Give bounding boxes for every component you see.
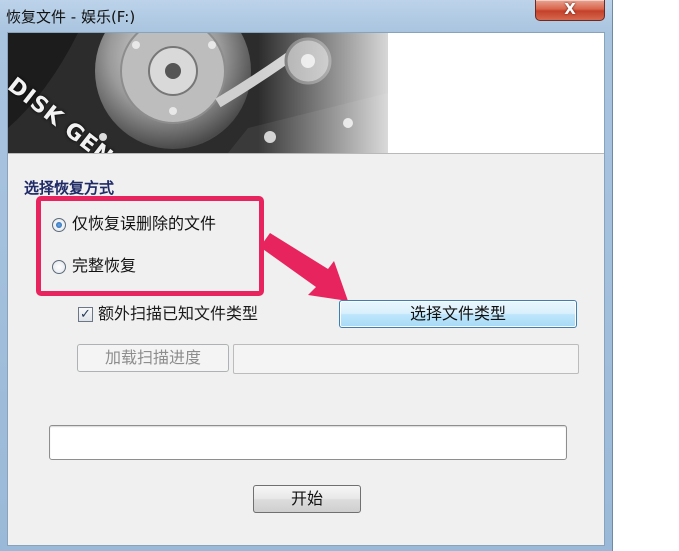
window-title: 恢复文件 - 娱乐(F:)	[6, 8, 136, 26]
select-file-types-button[interactable]: 选择文件类型	[339, 300, 577, 328]
load-progress-path-field[interactable]	[233, 344, 579, 374]
close-icon: X	[564, 0, 576, 18]
start-button[interactable]: 开始	[253, 485, 361, 513]
progress-bar	[49, 425, 567, 460]
disk-genius-banner: DISK GENIUS	[8, 33, 604, 154]
extra-scan-checkbox[interactable]	[78, 304, 93, 326]
load-scan-progress-button[interactable]: 加载扫描进度	[77, 344, 229, 372]
extra-scan-label: 额外扫描已知文件类型	[98, 304, 259, 323]
recover-files-window: 恢复文件 - 娱乐(F:) X 选择恢复方式 仅恢复误删除的文件 完整恢复 ✓ …	[0, 0, 613, 551]
recovery-mode-title: 选择恢复方式	[24, 179, 115, 197]
title-bar[interactable]: 恢复文件 - 娱乐(F:) X	[0, 0, 612, 32]
close-button[interactable]: X	[535, 0, 605, 21]
dialog-body: DISK GENIUS 选择恢复方式 仅恢复误删除的文件 完整恢复 额外扫描已知…	[7, 32, 605, 546]
highlight-box	[36, 196, 264, 296]
